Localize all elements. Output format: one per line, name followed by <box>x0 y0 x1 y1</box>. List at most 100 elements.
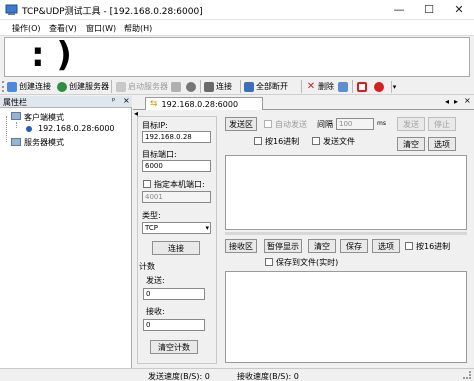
interval-unit: ms <box>377 120 386 127</box>
connect-panel-button[interactable]: 连接 <box>152 241 200 255</box>
client-folder-icon <box>11 112 21 120</box>
recv-options-button[interactable]: 选项 <box>372 239 400 253</box>
recv-clear-button[interactable]: 清空 <box>308 239 336 253</box>
type-select-value: TCP <box>145 224 158 232</box>
close-button[interactable]: ✕ <box>444 0 474 20</box>
target-port-input[interactable]: 6000 <box>142 160 211 172</box>
start-server-label: 启动服务器 <box>128 82 168 91</box>
menu-operate[interactable]: 操作(O) <box>12 23 41 34</box>
connect-button[interactable]: 连接 <box>204 79 232 94</box>
connection-panel: ◂ 目标IP: 192.168.0.28 目标端口: 6000 指定本机端口: … <box>133 109 474 368</box>
tab-connection-label: 192.168.0.28:6000 <box>161 99 239 109</box>
clear-count-button[interactable]: 清空计数 <box>150 340 198 354</box>
create-server-label: 创建服务器 <box>69 82 109 91</box>
local-port-checkbox[interactable] <box>143 180 151 188</box>
tree-client-mode[interactable]: 客户端模式 <box>24 112 64 123</box>
menu-window[interactable]: 窗口(W) <box>86 23 116 34</box>
recv-count-field: 0 <box>143 319 205 331</box>
sidebar-title: 属性栏 <box>3 98 27 107</box>
tab-close-icon[interactable]: × <box>464 96 471 105</box>
target-ip-label: 目标IP: <box>142 121 168 130</box>
server-icon <box>116 81 126 92</box>
type-label: 类型: <box>142 211 161 220</box>
menu-bar: 操作(O) 查看(V) 窗口(W) 帮助(H) <box>0 20 474 36</box>
create-connection-label: 创建连接 <box>19 82 51 91</box>
send-count-label: 发送: <box>146 276 165 285</box>
gear-icon <box>186 81 196 92</box>
start-server-button[interactable]: 启动服务器 <box>116 79 168 94</box>
send-textarea[interactable] <box>225 155 467 230</box>
delete-label: 删除 <box>318 82 334 91</box>
stop-button[interactable]: 停止 <box>428 117 456 131</box>
record-button[interactable] <box>357 79 369 94</box>
network-icon <box>7 81 17 92</box>
type-select[interactable]: TCP ▾ <box>142 222 211 234</box>
interval-label: 间隔 <box>317 120 333 129</box>
tab-scroll-left-icon[interactable]: ◂ <box>445 97 449 106</box>
save-to-file-label: 保存到文件(实时) <box>276 258 339 267</box>
resize-grip-icon[interactable] <box>463 371 471 379</box>
minimize-button[interactable]: — <box>384 0 414 20</box>
maximize-button[interactable]: ☐ <box>414 0 444 20</box>
chevron-down-icon: ▾ <box>205 224 209 232</box>
connection-node-icon <box>26 126 32 132</box>
plug-icon <box>204 81 214 92</box>
tree-line-icon <box>6 116 7 142</box>
menu-help[interactable]: 帮助(H) <box>124 23 152 34</box>
stop-server-button[interactable] <box>171 79 183 94</box>
send-file-checkbox[interactable] <box>312 137 320 145</box>
send-area-button[interactable]: 发送区 <box>225 117 257 131</box>
recv-count-label: 接收: <box>146 307 165 316</box>
connect-label: 连接 <box>216 82 232 91</box>
window-title: TCP&UDP测试工具 - [192.168.0.28:6000] <box>22 7 203 17</box>
sidebar-header: 属性栏 ᵖ × <box>0 96 132 108</box>
save-to-file-checkbox[interactable] <box>265 258 273 266</box>
menu-view[interactable]: 查看(V) <box>49 23 77 34</box>
help-button[interactable] <box>374 79 386 94</box>
create-connection-button[interactable]: 创建连接 <box>7 79 51 94</box>
server-folder-icon <box>11 138 21 146</box>
tree-server-mode[interactable]: 服务器模式 <box>24 137 64 148</box>
tab-scroll-right-icon[interactable]: ▸ <box>454 97 458 106</box>
tab-connection[interactable]: ⇆ 192.168.0.28:6000 <box>145 97 263 110</box>
local-port-input[interactable]: 4001 <box>142 191 211 203</box>
hex-recv-checkbox[interactable] <box>405 242 413 250</box>
send-count-field: 0 <box>143 288 205 300</box>
recv-area-button[interactable]: 接收区 <box>225 239 257 253</box>
status-bar: 发送速度(B/S): 0 接收速度(B/S): 0 <box>0 368 474 381</box>
hex-send-checkbox[interactable] <box>254 137 262 145</box>
target-ip-input[interactable]: 192.168.0.28 <box>142 131 211 143</box>
transfer-button[interactable] <box>338 79 350 94</box>
send-options-button[interactable]: 选项 <box>428 137 456 151</box>
disconnect-icon <box>244 81 254 92</box>
interval-input[interactable]: 100 <box>336 118 374 130</box>
smiley-logo: : ) <box>31 35 72 75</box>
splitter[interactable] <box>225 232 467 235</box>
save-button[interactable]: 保存 <box>340 239 368 253</box>
pin-icon[interactable]: ᵖ <box>112 96 115 105</box>
send-clear-button[interactable]: 清空 <box>397 137 425 151</box>
recv-speed-status: 接收速度(B/S): 0 <box>237 372 299 381</box>
hex-send-label: 按16进制 <box>265 137 300 146</box>
create-server-button[interactable]: 创建服务器 <box>57 79 109 94</box>
help-icon <box>374 81 384 92</box>
toolbar-overflow-icon[interactable]: ▾ <box>391 81 397 93</box>
title-bar: TCP&UDP测试工具 - [192.168.0.28:6000] — ☐ ✕ <box>0 0 474 20</box>
disconnect-all-button[interactable]: 全部断开 <box>244 79 288 94</box>
recv-textarea[interactable] <box>225 271 467 363</box>
tree-branch-line-icon <box>16 122 17 128</box>
globe-icon <box>57 81 67 92</box>
settings-button[interactable] <box>186 79 198 94</box>
tree-client-item[interactable]: 192.168.0.28:6000 <box>38 124 115 133</box>
delete-button[interactable]: ✕ 删除 <box>306 79 334 94</box>
app-icon <box>5 3 18 16</box>
toolbar-grip-icon <box>2 81 4 92</box>
banner-panel: : ) <box>4 35 470 77</box>
send-button[interactable]: 发送 <box>397 117 425 131</box>
sidebar-close-icon[interactable]: × <box>123 96 130 105</box>
pause-display-button[interactable]: 暂停显示 <box>264 239 302 253</box>
auto-send-checkbox[interactable] <box>264 120 272 128</box>
transfer-icon <box>338 81 348 92</box>
tab-connection-icon: ⇆ <box>150 99 158 109</box>
toolbar-separator <box>352 80 353 93</box>
